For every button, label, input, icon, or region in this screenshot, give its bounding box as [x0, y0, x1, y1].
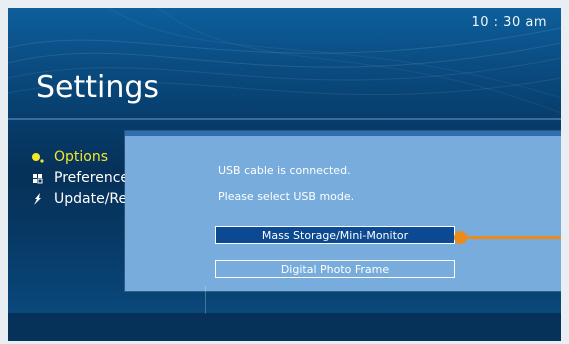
dialog-message-select: Please select USB mode.	[218, 190, 355, 203]
page-title: Settings	[36, 70, 160, 105]
dialog-message-connected: USB cable is connected.	[218, 164, 351, 177]
bottom-bar	[8, 313, 561, 341]
menu-item-label: Options	[54, 148, 109, 165]
callout-pointer-dot	[454, 231, 467, 244]
digital-photo-frame-button[interactable]: Digital Photo Frame	[215, 260, 455, 278]
callout-pointer-line	[463, 236, 561, 239]
panel-divider	[205, 286, 206, 314]
usb-mode-dialog: USB cable is connected. Please select US…	[125, 131, 561, 291]
update-icon	[30, 191, 46, 207]
options-icon	[30, 149, 46, 165]
menu-item-label: Preferences	[54, 169, 137, 186]
header-divider	[8, 118, 561, 120]
screen-frame: 10 : 30 am Settings Options Preferences …	[8, 8, 561, 341]
mass-storage-button[interactable]: Mass Storage/Mini-Monitor	[215, 226, 455, 244]
preferences-icon	[30, 170, 46, 186]
clock-display: 10 : 30 am	[471, 15, 547, 30]
